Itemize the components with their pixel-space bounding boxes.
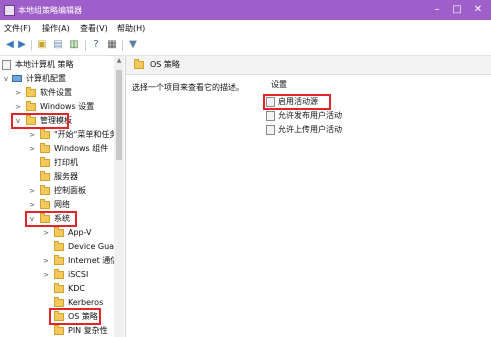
folder-icon bbox=[54, 325, 64, 335]
folder-icon bbox=[40, 199, 50, 209]
menu-bar: 文件(F) 操作(A) 查看(V) 帮助(H) bbox=[0, 20, 491, 35]
up-folder-icon[interactable]: ▣ bbox=[36, 39, 48, 51]
folder-icon bbox=[54, 283, 64, 293]
policy-setting-icon bbox=[266, 125, 275, 135]
tree-item-windows-settings[interactable]: > Windows 设置 bbox=[2, 101, 114, 113]
menu-file[interactable]: 文件(F) bbox=[4, 23, 31, 34]
chevron-down-icon[interactable]: v bbox=[2, 73, 10, 85]
folder-icon bbox=[54, 227, 64, 237]
scrollbar-thumb[interactable] bbox=[116, 70, 122, 160]
policy-icon bbox=[2, 60, 11, 70]
back-icon[interactable]: ◀ bbox=[4, 39, 16, 51]
computer-icon bbox=[12, 75, 22, 82]
folder-icon bbox=[54, 241, 64, 251]
show-hide-tree-icon[interactable]: ▤ bbox=[52, 39, 64, 51]
toolbar: ◀ ▶ ▣ ▤ ▥ ? ▦ ▼ bbox=[0, 35, 491, 56]
tree-item-control-panel[interactable]: > 控制面板 bbox=[2, 185, 114, 197]
toolbar-divider bbox=[122, 40, 123, 51]
app-icon bbox=[4, 5, 15, 16]
folder-icon bbox=[40, 157, 50, 167]
details-header: OS 策略 bbox=[126, 56, 491, 75]
close-button[interactable]: ✕ bbox=[469, 3, 487, 17]
folder-icon bbox=[40, 171, 50, 181]
chevron-right-icon[interactable]: > bbox=[14, 87, 22, 99]
folder-icon bbox=[40, 129, 50, 139]
folder-icon bbox=[54, 269, 64, 279]
maximize-button[interactable]: □ bbox=[448, 3, 466, 17]
menu-view[interactable]: 查看(V) bbox=[80, 23, 108, 34]
toolbar-divider bbox=[31, 40, 32, 51]
tree-item-pin-complexity[interactable]: PIN 复杂性 bbox=[2, 325, 114, 337]
menu-help[interactable]: 帮助(H) bbox=[117, 23, 145, 34]
tree-item-windows-components[interactable]: > Windows 组件 bbox=[2, 143, 114, 155]
filter-icon[interactable]: ▼ bbox=[127, 39, 139, 51]
highlight-box bbox=[49, 308, 101, 325]
scroll-up-icon[interactable]: ▲ bbox=[114, 56, 124, 66]
chevron-right-icon[interactable]: > bbox=[14, 101, 22, 113]
tree-item-app-v[interactable]: > App-V bbox=[2, 227, 114, 239]
folder-icon bbox=[26, 101, 36, 111]
help-icon[interactable]: ? bbox=[90, 39, 102, 51]
chevron-right-icon[interactable]: > bbox=[28, 185, 36, 197]
tree-item-iscsi[interactable]: > iSCSI bbox=[2, 269, 114, 281]
menu-action[interactable]: 操作(A) bbox=[42, 23, 70, 34]
folder-icon bbox=[40, 143, 50, 153]
chevron-right-icon[interactable]: > bbox=[28, 143, 36, 155]
forward-icon[interactable]: ▶ bbox=[16, 39, 28, 51]
chevron-right-icon[interactable]: > bbox=[42, 269, 50, 281]
folder-icon bbox=[26, 87, 36, 97]
tree-scrollbar[interactable]: ▲ bbox=[114, 56, 124, 337]
tree-root[interactable]: 本地计算机 策略 bbox=[2, 59, 114, 71]
tree-item-printers[interactable]: 打印机 bbox=[2, 157, 114, 169]
tree-item-server[interactable]: 服务器 bbox=[2, 171, 114, 183]
details-pane: OS 策略 选择一个项目来查看它的描述。 设置 启用活动源 允许发布用户活动 允… bbox=[126, 56, 491, 337]
tree-pane: 本地计算机 策略 v 计算机配置 > 软件设置 > Windows 设置 v 管… bbox=[0, 56, 126, 337]
chevron-right-icon[interactable]: > bbox=[42, 227, 50, 239]
highlight-box bbox=[25, 211, 77, 227]
export-icon[interactable]: ▥ bbox=[68, 39, 80, 51]
window-title: 本地组策略编辑器 bbox=[18, 6, 82, 15]
description-text: 选择一个项目来查看它的描述。 bbox=[132, 83, 244, 92]
policy-setting-icon bbox=[266, 111, 275, 121]
view-icon[interactable]: ▦ bbox=[106, 39, 118, 51]
tree-item-network[interactable]: > 网络 bbox=[2, 199, 114, 211]
folder-icon bbox=[54, 297, 64, 307]
tree-item-software-settings[interactable]: > 软件设置 bbox=[2, 87, 114, 99]
folder-icon bbox=[54, 255, 64, 265]
tree-item-internet-comm[interactable]: > Internet 通信 bbox=[2, 255, 118, 267]
tree-item-start-menu[interactable]: > "开始"菜单和任务 bbox=[2, 129, 117, 141]
folder-icon bbox=[40, 185, 50, 195]
chevron-right-icon[interactable]: > bbox=[28, 129, 36, 141]
minimize-button[interactable]: – bbox=[428, 3, 446, 17]
chevron-right-icon[interactable]: > bbox=[28, 199, 36, 211]
settings-column-header[interactable]: 设置 bbox=[271, 79, 287, 90]
highlight-box bbox=[263, 94, 331, 110]
tree-item-computer-config[interactable]: v 计算机配置 bbox=[2, 73, 114, 85]
tree-item-kdc[interactable]: KDC bbox=[2, 283, 114, 295]
folder-icon bbox=[134, 59, 144, 69]
tree-item-device-guard[interactable]: Device Guar bbox=[2, 241, 117, 253]
title-bar: 本地组策略编辑器 – □ ✕ bbox=[0, 0, 491, 20]
highlight-box bbox=[11, 113, 69, 129]
toolbar-divider bbox=[85, 40, 86, 51]
chevron-right-icon[interactable]: > bbox=[42, 255, 50, 267]
